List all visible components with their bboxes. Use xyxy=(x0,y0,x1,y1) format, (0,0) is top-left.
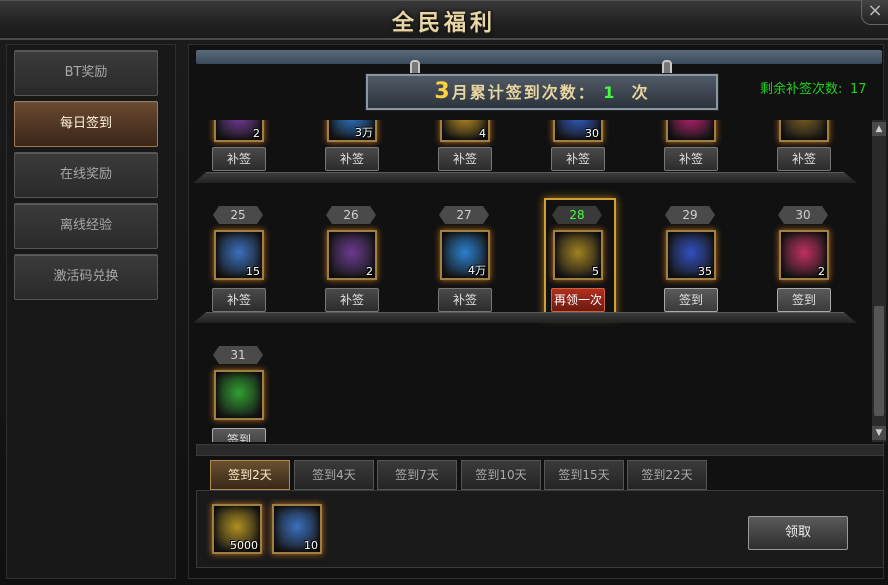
reward-item-icon[interactable]: 3万 xyxy=(327,120,377,142)
window-title: 全民福利 xyxy=(391,10,496,36)
banner-unit: 次 xyxy=(631,83,650,102)
tab-signin-22[interactable]: 签到22天 xyxy=(627,460,707,490)
sidebar: BT奖励 每日签到 在线奖励 离线经验 激活码兑换 xyxy=(6,44,176,579)
hanging-rail xyxy=(196,50,882,64)
welfare-window: 全民福利 × BT奖励 每日签到 在线奖励 离线经验 激活码兑换 3月累计签到次… xyxy=(0,0,888,585)
title-bar: 全民福利 × xyxy=(0,0,888,40)
scroll-up-icon[interactable]: ▲ xyxy=(872,122,886,136)
shelf xyxy=(193,312,857,323)
scroll-thumb[interactable] xyxy=(874,306,884,416)
item-qty: 15 xyxy=(246,265,260,278)
item-qty: 35 xyxy=(698,265,712,278)
item-qty: 2 xyxy=(818,265,825,278)
reward-item-crystal-icon[interactable]: 10 xyxy=(272,504,322,554)
remain-value: 17 xyxy=(850,82,867,97)
makeup-signin-button[interactable]: 补签 xyxy=(325,147,379,171)
remaining-makeup-count: 剩余补签次数: 17 xyxy=(760,78,867,97)
item-qty: 3万 xyxy=(355,126,373,139)
tab-signin-4[interactable]: 签到4天 xyxy=(294,460,374,490)
makeup-signin-button[interactable]: 补签 xyxy=(664,147,718,171)
reward-item-icon[interactable]: 2 xyxy=(779,230,829,280)
makeup-signin-button[interactable]: 补签 xyxy=(212,288,266,312)
banner-count: 1 xyxy=(603,83,617,102)
item-qty: 2 xyxy=(253,127,260,140)
reward-item-icon[interactable]: 4 xyxy=(440,120,490,142)
claim-button[interactable]: 领取 xyxy=(748,516,848,550)
sidebar-item-online-reward[interactable]: 在线奖励 xyxy=(14,152,158,198)
makeup-signin-button[interactable]: 补签 xyxy=(438,147,492,171)
reward-item-icon[interactable]: 4万 xyxy=(440,230,490,280)
makeup-signin-button[interactable]: 补签 xyxy=(551,147,605,171)
day-number-badge: 27 xyxy=(439,206,489,224)
reward-item-gold-icon[interactable]: 5000 xyxy=(212,504,262,554)
tab-signin-2[interactable]: 签到2天 xyxy=(210,460,290,490)
scroll-down-icon[interactable]: ▼ xyxy=(872,426,886,440)
day-number-badge: 31 xyxy=(213,346,263,364)
banner-text: 月累计签到次数： xyxy=(451,83,596,102)
sidebar-item-bt-reward[interactable]: BT奖励 xyxy=(14,50,158,96)
today-highlight xyxy=(544,198,616,318)
reward-item-icon[interactable]: 15 xyxy=(214,230,264,280)
item-qty: 4万 xyxy=(468,264,486,277)
close-button[interactable]: × xyxy=(861,0,888,25)
remain-label: 剩余补签次数: xyxy=(760,82,843,97)
day-number-badge: 29 xyxy=(665,206,715,224)
horizontal-scrollbar[interactable] xyxy=(196,444,884,456)
sidebar-item-offline-exp[interactable]: 离线经验 xyxy=(14,203,158,249)
shelf xyxy=(193,172,857,183)
makeup-signin-button[interactable]: 补签 xyxy=(438,288,492,312)
reward-qty: 5000 xyxy=(230,539,258,552)
banner-month: 3 xyxy=(434,79,452,104)
day-number-badge: 30 xyxy=(778,206,828,224)
signin-grid: 2 补签 3万 补签 4 补签 30 补签 补签 补签 25 15 补签 26 2 补签 27 4万 补签 28 5 再… xyxy=(193,120,869,442)
signin-button[interactable]: 签到 xyxy=(664,288,718,312)
reward-qty: 10 xyxy=(304,539,318,552)
signin-button[interactable]: 签到 xyxy=(777,288,831,312)
sidebar-item-daily-signin[interactable]: 每日签到 xyxy=(14,101,158,147)
day-number-badge: 25 xyxy=(213,206,263,224)
reward-item-icon[interactable]: 35 xyxy=(666,230,716,280)
item-qty: 2 xyxy=(366,265,373,278)
tab-signin-7[interactable]: 签到7天 xyxy=(377,460,457,490)
tab-signin-10[interactable]: 签到10天 xyxy=(461,460,541,490)
reward-item-icon[interactable]: 30 xyxy=(553,120,603,142)
reward-item-icon[interactable] xyxy=(779,120,829,142)
item-qty: 30 xyxy=(585,127,599,140)
monthly-signin-banner: 3月累计签到次数： 1 次 xyxy=(366,74,718,110)
reward-item-icon[interactable] xyxy=(214,370,264,420)
reward-item-icon[interactable]: 2 xyxy=(214,120,264,142)
reward-item-icon[interactable] xyxy=(666,120,716,142)
makeup-signin-button[interactable]: 补签 xyxy=(325,288,379,312)
signin-button[interactable]: 签到 xyxy=(212,428,266,442)
sidebar-item-code-redeem[interactable]: 激活码兑换 xyxy=(14,254,158,300)
tab-signin-15[interactable]: 签到15天 xyxy=(544,460,624,490)
makeup-signin-button[interactable]: 补签 xyxy=(777,147,831,171)
item-qty: 4 xyxy=(479,127,486,140)
makeup-signin-button[interactable]: 补签 xyxy=(212,147,266,171)
reward-item-icon[interactable]: 2 xyxy=(327,230,377,280)
day-number-badge: 26 xyxy=(326,206,376,224)
